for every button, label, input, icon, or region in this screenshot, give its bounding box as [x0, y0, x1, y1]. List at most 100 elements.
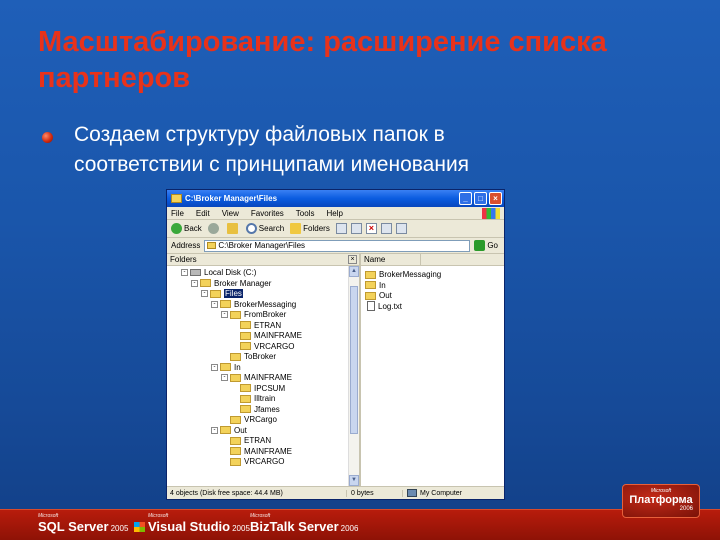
bullet-text: Создаем структуру файловых папок в соотв…: [74, 120, 674, 180]
copy-to-icon[interactable]: [350, 223, 362, 234]
search-icon: [245, 223, 257, 234]
menu-item[interactable]: View: [222, 209, 239, 218]
tree-node[interactable]: VRCARGO: [221, 456, 284, 467]
maximize-button[interactable]: □: [474, 192, 487, 205]
collapse-icon[interactable]: -: [211, 363, 218, 371]
status-size: 0 bytes: [347, 489, 403, 497]
tree-node[interactable]: Illtrain: [231, 393, 275, 404]
tree-node[interactable]: ToBroker: [221, 351, 276, 362]
tree-node-label: VRCargo: [244, 415, 277, 424]
address-input[interactable]: C:\Broker Manager\Files: [204, 239, 471, 252]
folder-icon: [240, 321, 251, 329]
windows-flag-icon: [134, 521, 145, 532]
tree-node[interactable]: Jfames: [231, 404, 280, 415]
tree-node-label: Broker Manager: [214, 278, 272, 288]
collapse-icon[interactable]: -: [221, 374, 228, 381]
menu-bar: File Edit View Favorites Tools Help: [167, 207, 504, 220]
tree-node[interactable]: MAINFRAME: [231, 330, 302, 341]
collapse-icon[interactable]: -: [211, 300, 218, 308]
folders-icon: [290, 223, 302, 234]
folder-icon: [365, 270, 376, 279]
close-button[interactable]: ×: [489, 192, 502, 205]
move-to-icon[interactable]: [335, 223, 347, 234]
collapse-icon[interactable]: -: [191, 279, 198, 287]
menu-item[interactable]: Favorites: [251, 209, 284, 218]
name-column-header[interactable]: Name: [361, 253, 421, 266]
folder-icon: [365, 281, 376, 289]
tree-node[interactable]: VRCARGO: [231, 341, 294, 352]
tree-node[interactable]: - FromBroker: [221, 309, 286, 320]
file-item[interactable]: Log.txt: [365, 301, 402, 312]
folder-icon: [240, 331, 251, 340]
search-button[interactable]: Search: [245, 223, 285, 234]
collapse-icon[interactable]: -: [201, 290, 208, 297]
window-titlebar[interactable]: C:\Broker Manager\Files _ □ ×: [167, 190, 504, 207]
bullet-icon: [42, 132, 53, 143]
tree-node[interactable]: IPCSUM: [231, 383, 285, 394]
back-button[interactable]: Back: [171, 223, 202, 234]
tree-node-label: BrokerMessaging: [234, 299, 297, 309]
tree-node[interactable]: - Broker Manager: [191, 278, 271, 289]
folder-icon: [240, 342, 251, 350]
go-button[interactable]: Go: [474, 240, 498, 251]
tree-node-label: Files: [224, 289, 243, 298]
folder-icon: [240, 384, 251, 392]
collapse-icon[interactable]: -: [181, 269, 188, 276]
tree-node-label: Illtrain: [254, 394, 276, 403]
menu-item[interactable]: Edit: [196, 209, 210, 218]
tree-node[interactable]: ETRAN: [221, 435, 271, 446]
scroll-up-icon[interactable]: ▲: [349, 266, 359, 277]
tree-node[interactable]: - Files: [201, 288, 243, 299]
minimize-button[interactable]: _: [459, 192, 472, 205]
tree-node-label: Jfames: [254, 404, 280, 414]
visual-studio-logo: Microsoft Visual Studio 2005: [134, 514, 250, 535]
scroll-down-icon[interactable]: ▼: [349, 475, 359, 486]
folder-icon: [240, 405, 251, 413]
menu-item[interactable]: File: [171, 209, 184, 218]
tree-scrollbar[interactable]: ▲ ▼: [348, 266, 359, 486]
back-arrow-icon: [171, 223, 182, 234]
tree-node-label: ETRAN: [244, 436, 272, 445]
tree-node-label: MAINFRAME: [254, 331, 302, 340]
collapse-icon[interactable]: -: [221, 311, 228, 318]
scroll-thumb[interactable]: [350, 286, 358, 434]
tree-node[interactable]: ETRAN: [231, 320, 281, 331]
delete-icon[interactable]: ×: [365, 223, 377, 234]
views-icon[interactable]: [395, 223, 407, 234]
text-file-icon: [367, 301, 375, 311]
tree-node[interactable]: - BrokerMessaging: [211, 299, 296, 310]
tree-node-label: FromBroker: [244, 310, 287, 319]
collapse-icon[interactable]: -: [211, 426, 218, 434]
explorer-window: C:\Broker Manager\Files _ □ × File Edit Vi…: [166, 189, 505, 500]
folders-pane-title: Folders: [170, 255, 197, 264]
footer-bar: Microsoft SQL Server 2005 Microsoft Visua…: [0, 509, 720, 540]
menu-item[interactable]: Tools: [296, 209, 315, 218]
forward-button[interactable]: [207, 223, 221, 234]
window-title: C:\Broker Manager\Files: [185, 194, 278, 203]
undo-icon[interactable]: [380, 223, 392, 234]
file-item[interactable]: BrokerMessaging: [365, 269, 441, 280]
menu-item[interactable]: Help: [326, 209, 342, 218]
file-item[interactable]: In: [365, 280, 386, 291]
toolbar-extra: ×: [335, 223, 411, 234]
tree-node-label: MAINFRAME: [244, 446, 292, 456]
up-button[interactable]: [226, 223, 240, 234]
tree-node[interactable]: - Out: [211, 425, 247, 436]
close-pane-button[interactable]: ×: [348, 255, 357, 264]
tree-node[interactable]: - Local Disk (C:): [181, 267, 256, 278]
address-value: C:\Broker Manager\Files: [218, 241, 306, 250]
tree-node[interactable]: MAINFRAME: [221, 446, 292, 457]
tree-node[interactable]: - MAINFRAME: [221, 372, 292, 383]
search-label: Search: [258, 224, 285, 233]
tree-node[interactable]: VRCargo: [221, 414, 277, 425]
file-item[interactable]: Out: [365, 290, 392, 301]
go-label: Go: [487, 241, 498, 250]
slide-title: Масштабирование: расширение списка партн…: [38, 26, 607, 94]
folders-button[interactable]: Folders: [290, 223, 330, 234]
tree-node[interactable]: - In: [211, 362, 241, 373]
